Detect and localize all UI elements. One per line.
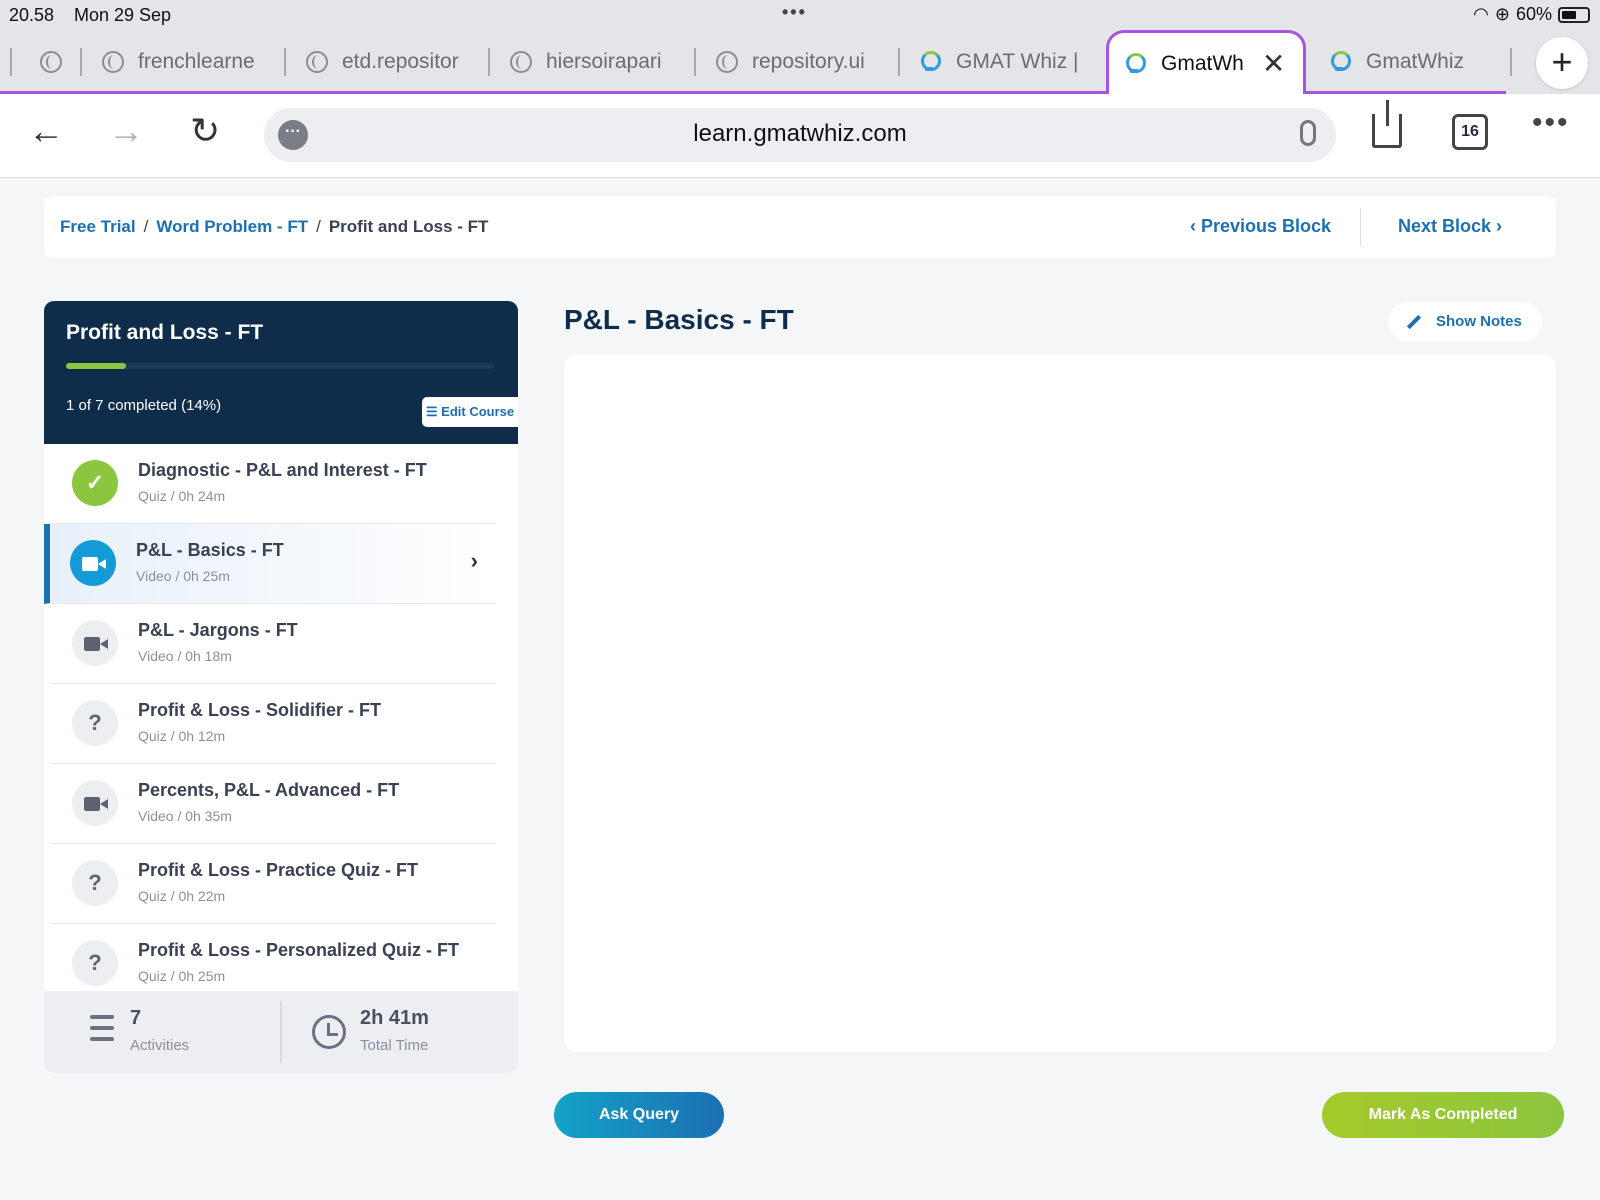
globe-icon (306, 51, 328, 73)
clock-icon (312, 1015, 346, 1049)
address-bar[interactable]: ··· learn.gmatwhiz.com (264, 108, 1336, 162)
status-date: Mon 29 Sep (74, 5, 172, 25)
tab-etd-repository[interactable]: etd.repositor (306, 30, 476, 94)
gmatwhiz-icon (920, 51, 941, 73)
ask-query-button[interactable]: Ask Query (554, 1092, 724, 1138)
list-item[interactable]: P&L - Jargons - FT Video / 0h 18m (50, 604, 496, 684)
close-tab-icon[interactable]: ✕ (1262, 47, 1285, 80)
globe-icon (716, 51, 738, 73)
tab-gmat-whiz[interactable]: GMAT Whiz | (920, 30, 1090, 94)
tab-gmatwhiz[interactable]: GmatWhiz (1330, 30, 1500, 94)
activity-name: Profit & Loss - Solidifier - FT (138, 700, 381, 720)
list-item[interactable]: ? Profit & Loss - Practice Quiz - FT Qui… (50, 844, 496, 924)
tab-frenchlearner[interactable]: frenchlearne (102, 30, 272, 94)
forward-arrow-icon[interactable]: → (108, 110, 144, 152)
activity-meta: Video / 0h 35m (138, 808, 232, 824)
activity-name: Diagnostic - P&L and Interest - FT (138, 460, 427, 480)
status-time: 20.58 (9, 5, 55, 25)
tab-hiersoiraparis[interactable]: hiersoirapari (510, 30, 680, 94)
tab-strip: frenchlearne etd.repositor hiersoirapari… (0, 30, 1600, 94)
list-item[interactable]: ? Profit & Loss - Solidifier - FT Quiz /… (50, 684, 496, 764)
total-time-label: Total Time (360, 1037, 429, 1054)
activity-name: P&L - Jargons - FT (138, 620, 298, 640)
tab-repository-ui[interactable]: repository.ui (716, 30, 886, 94)
activity-meta: Video / 0h 18m (138, 648, 232, 664)
chevron-right-icon: › (470, 548, 478, 573)
browser-toolbar: ← → ↻ ··· learn.gmatwhiz.com 16 ••• (0, 94, 1600, 178)
activity-meta: Quiz / 0h 24m (138, 488, 226, 504)
question-mark-icon: ? (72, 700, 118, 746)
url-text: learn.gmatwhiz.com (693, 120, 907, 147)
course-header: Profit and Loss - FT 1 of 7 completed (1… (44, 301, 518, 444)
course-progress-text: 1 of 7 completed (14%) (66, 397, 222, 414)
question-mark-icon: ? (72, 940, 118, 986)
activities-label: Activities (130, 1037, 190, 1054)
tab-gmatwhiz-active[interactable]: GmatWh ✕ (1106, 30, 1306, 94)
gmatwhiz-icon (1125, 52, 1146, 75)
breadcrumb-current: Profit and Loss - FT (328, 217, 489, 236)
total-time: 2h 41m (360, 1007, 429, 1029)
reload-icon[interactable]: ↻ (190, 110, 220, 152)
globe-icon (40, 51, 62, 73)
activity-name: Percents, P&L - Advanced - FT (138, 780, 400, 800)
mark-completed-button[interactable]: Mark As Completed (1322, 1092, 1564, 1138)
breadcrumb: Free Trial / Word Problem - FT / Profit … (60, 217, 489, 237)
tab-overview-button[interactable]: 16 (1452, 114, 1488, 150)
status-bar: 20.58 Mon 29 Sep ••• ◠ ⊕ 60% (0, 0, 1600, 30)
list-item[interactable]: Percents, P&L - Advanced - FT Video / 0h… (50, 764, 496, 844)
video-player[interactable] (564, 354, 1556, 1052)
globe-icon (102, 51, 124, 73)
activities-count: 7 (130, 1007, 142, 1029)
question-mark-icon: ? (72, 860, 118, 906)
list-item-active[interactable]: P&L - Basics - FT Video / 0h 25m › (44, 524, 496, 604)
gmatwhiz-icon (1330, 51, 1351, 73)
new-tab-button[interactable]: + (1536, 37, 1588, 89)
activity-meta: Quiz / 0h 25m (138, 968, 226, 984)
breadcrumb-free-trial[interactable]: Free Trial (60, 217, 136, 237)
page-title: P&L - Basics - FT (564, 304, 794, 335)
edit-course-button[interactable]: ☰ Edit Course (422, 397, 518, 427)
activity-name: Profit & Loss - Practice Quiz - FT (138, 860, 419, 880)
next-block-button[interactable]: Next Block › (1398, 216, 1502, 237)
video-camera-icon (72, 620, 118, 666)
course-summary: 7 Activities 2h 41m Total Time (44, 991, 518, 1073)
course-title: Profit and Loss - FT (66, 321, 264, 344)
multitasking-dots[interactable]: ••• (782, 2, 807, 23)
more-menu-icon[interactable]: ••• (1532, 106, 1570, 140)
battery-icon (1558, 6, 1590, 23)
activity-name: P&L - Basics - FT (136, 540, 284, 560)
activity-meta: Quiz / 0h 12m (138, 728, 226, 744)
show-notes-button[interactable]: Show Notes (1388, 302, 1542, 342)
share-icon[interactable] (1372, 100, 1402, 148)
chevron-right-icon: › (1491, 216, 1503, 236)
chevron-left-icon: ‹ (1190, 216, 1201, 236)
microphone-icon[interactable] (1300, 120, 1316, 146)
previous-block-button[interactable]: ‹ Previous Block (1190, 216, 1331, 237)
checklist-icon (80, 1015, 114, 1047)
tab-collapsed[interactable] (40, 30, 76, 94)
video-camera-icon (70, 540, 116, 586)
pencil-icon (1406, 314, 1422, 330)
breadcrumb-word-problem[interactable]: Word Problem - FT (156, 217, 308, 237)
check-icon: ✓ (72, 460, 118, 506)
activity-meta: Video / 0h 25m (136, 568, 230, 584)
activity-meta: Quiz / 0h 22m (138, 888, 226, 904)
activity-list: ✓ Diagnostic - P&L and Interest - FT Qui… (44, 444, 518, 1004)
globe-icon (510, 51, 532, 73)
video-camera-icon (72, 780, 118, 826)
battery-percent: 60% (1515, 4, 1552, 24)
breadcrumb-bar: Free Trial / Word Problem - FT / Profit … (44, 196, 1556, 258)
wifi-icon: ◠ (1473, 4, 1489, 24)
back-arrow-icon[interactable]: ← (28, 110, 64, 152)
list-item[interactable]: ✓ Diagnostic - P&L and Interest - FT Qui… (50, 444, 496, 524)
course-sidebar: Profit and Loss - FT 1 of 7 completed (1… (44, 301, 518, 1073)
activity-name: Profit & Loss - Personalized Quiz - FT (138, 940, 460, 960)
orientation-lock-icon: ⊕ (1494, 4, 1510, 24)
course-progress-bar (66, 363, 494, 369)
